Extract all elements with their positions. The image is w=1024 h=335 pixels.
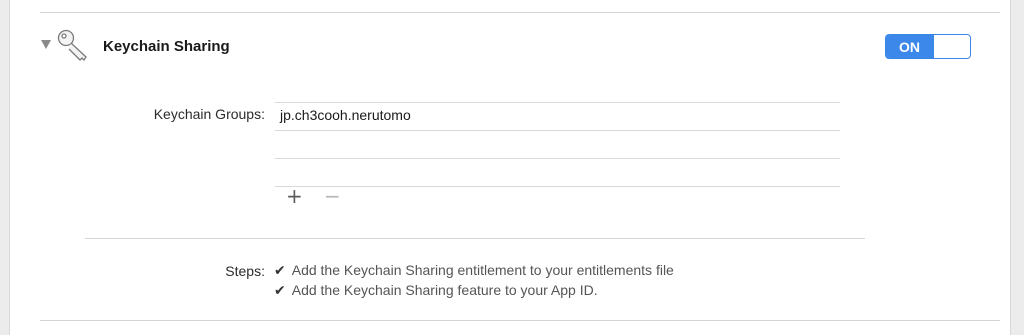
groups-row-border [275, 186, 840, 187]
keychain-group-item[interactable]: jp.ch3cooh.nerutomo [280, 107, 411, 123]
toggle-on-label: ON [886, 35, 933, 58]
step-item: ✔ Add the Keychain Sharing feature to you… [274, 282, 598, 299]
capability-title: Keychain Sharing [103, 38, 230, 55]
step-text: Add the Keychain Sharing entitlement to … [291, 262, 674, 278]
groups-row-border [275, 130, 840, 131]
remove-group-button[interactable]: − [324, 186, 341, 206]
bottom-divider [40, 320, 1000, 321]
steps-label: Steps: [225, 263, 265, 279]
add-group-button[interactable]: + [286, 186, 303, 206]
top-divider [40, 12, 1000, 13]
step-item: ✔ Add the Keychain Sharing entitlement to… [274, 262, 674, 279]
keychain-groups-label: Keychain Groups: [153, 106, 265, 122]
key-icon [57, 29, 87, 62]
disclosure-triangle-icon[interactable] [41, 40, 51, 49]
groups-row-border [275, 158, 840, 159]
capability-toggle[interactable]: ON [885, 34, 971, 59]
checkmark-icon: ✔ [274, 263, 286, 279]
groups-row-border [275, 102, 840, 103]
toggle-knob[interactable] [933, 35, 970, 58]
checkmark-icon: ✔ [274, 283, 286, 299]
step-text: Add the Keychain Sharing feature to your… [291, 282, 598, 298]
section-divider [85, 238, 865, 239]
